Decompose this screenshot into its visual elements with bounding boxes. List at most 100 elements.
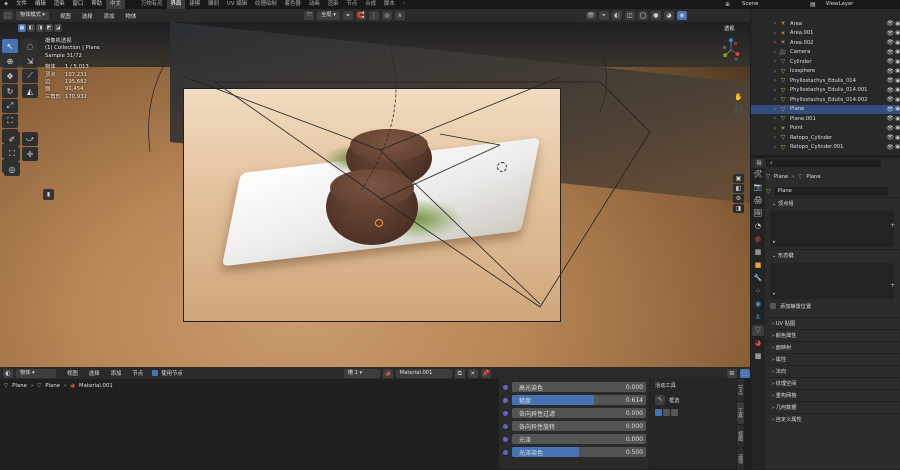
expand-icon[interactable]: ›	[771, 20, 779, 27]
node-view-menu[interactable]: 视图	[67, 369, 78, 377]
constraints-tab-icon[interactable]: ⚓	[752, 312, 764, 323]
select-circle-tool-icon[interactable]: ◌	[22, 39, 38, 53]
render-tab-icon[interactable]: 📷	[752, 182, 764, 193]
visibility-icon[interactable]: 👁	[585, 11, 596, 20]
3d-viewport[interactable]: ■ ◧ ◨ ◩ ◪ ↖ ⊕ ✥ ↻ ⤢ ⛶ ✎ 📐 ▣	[0, 22, 750, 367]
expand-icon[interactable]: ›	[771, 77, 779, 84]
node-input-row[interactable]: 糙度 0.614	[502, 394, 646, 406]
expand-icon[interactable]: ›	[771, 106, 779, 113]
eye-icon[interactable]: 👁	[886, 125, 894, 132]
tab-workspace-9[interactable]: 节点	[342, 0, 361, 9]
list-resize-handle-icon[interactable]: ▸	[773, 239, 776, 245]
material-remove-icon[interactable]: ✕	[467, 368, 478, 378]
material-name-field[interactable]: Material.001	[395, 368, 452, 378]
vertex-groups-section[interactable]: ⌄ 顶点组	[766, 197, 900, 209]
eye-icon[interactable]: 👁	[886, 144, 894, 151]
side-tab-1-icon[interactable]: ▣	[733, 174, 744, 183]
overlay-node-icon[interactable]: ⬚	[739, 368, 750, 378]
expand-icon[interactable]: ›	[771, 87, 779, 94]
camera-view-icon[interactable]: 🎥	[733, 105, 744, 116]
side-tab-4-icon[interactable]: ◨	[733, 204, 744, 213]
snap-options-icon[interactable]: ⋮	[368, 11, 379, 20]
outliner-item[interactable]: › ☀ Point 👁 ▣	[751, 124, 900, 134]
render-toggle-icon[interactable]: ▣	[895, 116, 900, 122]
overlay-icon[interactable]: ◐	[611, 11, 622, 20]
properties-search[interactable]: ⌕	[766, 159, 881, 167]
snap-node-icon[interactable]: ⊞	[726, 368, 737, 378]
render-toggle-icon[interactable]: ▣	[895, 68, 900, 74]
blender-logo-icon[interactable]: ◈	[0, 0, 12, 9]
use-nodes-checkbox[interactable]	[152, 370, 159, 376]
gizmo-icon[interactable]: ⌖	[598, 11, 609, 20]
outliner-item[interactable]: › ▽ Plane 👁 ▣	[751, 104, 900, 114]
scene-tab-icon[interactable]: ◔	[752, 221, 764, 232]
scene-selector[interactable]: ⊕ Scene	[725, 0, 758, 9]
tab-workspace-7[interactable]: 动画	[305, 0, 324, 9]
expand-icon[interactable]: ›	[771, 58, 779, 65]
eye-icon[interactable]: 👁	[886, 96, 894, 103]
tab-workspace-4[interactable]: UV 编辑	[223, 0, 251, 9]
select-mode-set-icon[interactable]	[655, 409, 662, 416]
view-menu[interactable]: 视图	[60, 12, 71, 20]
add-rest-position-row[interactable]: 添加静置位置	[766, 301, 900, 311]
shading-rendered-icon[interactable]: ◉	[676, 11, 687, 20]
tab-workspace-8[interactable]: 渲染	[324, 0, 343, 9]
physics-tab-icon[interactable]: ◉	[752, 299, 764, 310]
chart-tool-icon[interactable]: ◭	[22, 84, 38, 98]
transform-tool-icon[interactable]: ⛶	[2, 114, 18, 128]
falloff-icon[interactable]: ∧	[394, 11, 405, 20]
expand-icon[interactable]: ›	[771, 39, 779, 46]
input-socket[interactable]	[503, 384, 508, 390]
properties-section[interactable]: › 属性	[766, 353, 900, 365]
navigation-gizmo[interactable]	[718, 37, 744, 63]
knife-tool-icon[interactable]: ⟋	[22, 69, 38, 83]
side-tab-tool[interactable]: 工具	[737, 402, 744, 424]
shear-tool-icon[interactable]: ⛶	[4, 147, 20, 161]
select-mode-extend-icon[interactable]	[663, 409, 670, 416]
select-menu[interactable]: 选择	[82, 12, 93, 20]
object-menu[interactable]: 物体	[125, 12, 136, 20]
editor-type-icon[interactable]: ⬚	[3, 11, 13, 20]
side-tab-view[interactable]: 视图	[737, 425, 744, 447]
expand-icon[interactable]: ›	[771, 144, 779, 151]
render-toggle-icon[interactable]: ▣	[895, 40, 900, 46]
node-add-menu[interactable]: 添加	[111, 369, 122, 377]
material-users-icon[interactable]: ⧉	[454, 368, 465, 378]
side-tab-3-icon[interactable]: ⚙	[733, 194, 744, 203]
render-toggle-icon[interactable]: ▣	[895, 78, 900, 84]
modifier-tab-icon[interactable]: 🔧	[752, 273, 764, 284]
node-input-row[interactable]: 各向异性过滤 0.000	[502, 407, 646, 419]
outliner-item[interactable]: › ▽ Plane.001 👁 ▣	[751, 114, 900, 124]
active-tool-row[interactable]: ↖ 框选	[650, 393, 736, 407]
node-input-row[interactable]: 光泽 0.000	[502, 433, 646, 445]
tab-scroll-right-icon[interactable]: ›	[399, 0, 409, 9]
add-menu[interactable]: 添加	[104, 12, 115, 20]
render-toggle-icon[interactable]: ▣	[895, 135, 900, 141]
input-socket[interactable]	[503, 449, 508, 455]
outliner-item[interactable]: › ▽ Retopo_Cylinder 👁 ▣	[751, 133, 900, 143]
shading-material-icon[interactable]: ◕	[663, 11, 674, 20]
properties-section[interactable]: › 几何数据	[766, 401, 900, 413]
object-tab-icon[interactable]: ■	[752, 260, 764, 271]
material-pin-icon[interactable]: 📌	[480, 368, 491, 378]
orbit-tool-icon[interactable]: ◎	[4, 162, 20, 176]
data-tab-icon[interactable]: ▽	[752, 325, 764, 336]
tab-workspace-11[interactable]: 脚本	[380, 0, 399, 9]
particles-tab-icon[interactable]: ⁘	[752, 286, 764, 297]
outliner-item[interactable]: › ☀ Area.001 👁 ▣	[751, 29, 900, 39]
add-vertex-group-icon[interactable]: +	[890, 222, 895, 229]
tab-workspace-5[interactable]: 纹理绘制	[251, 0, 281, 9]
expand-icon[interactable]: ›	[771, 134, 779, 141]
checkbox-icon[interactable]	[770, 303, 776, 309]
render-toggle-icon[interactable]: ▣	[895, 21, 900, 27]
shading-solid-icon[interactable]: ●	[650, 11, 661, 20]
render-toggle-icon[interactable]: ▣	[895, 125, 900, 131]
perspective-label[interactable]: 透视	[724, 25, 734, 32]
tab-workspace-2[interactable]: 建模	[185, 0, 204, 9]
menu-help[interactable]: 帮助	[87, 0, 106, 9]
rotate-tool-icon[interactable]: ↻	[2, 84, 18, 98]
tool-tab-icon[interactable]: 🛠	[752, 169, 764, 180]
eye-icon[interactable]: 👁	[886, 49, 894, 56]
outliner-item[interactable]: › ☀ Area.002 👁 ▣	[751, 38, 900, 48]
tab-workspace-10[interactable]: 合成	[361, 0, 380, 9]
